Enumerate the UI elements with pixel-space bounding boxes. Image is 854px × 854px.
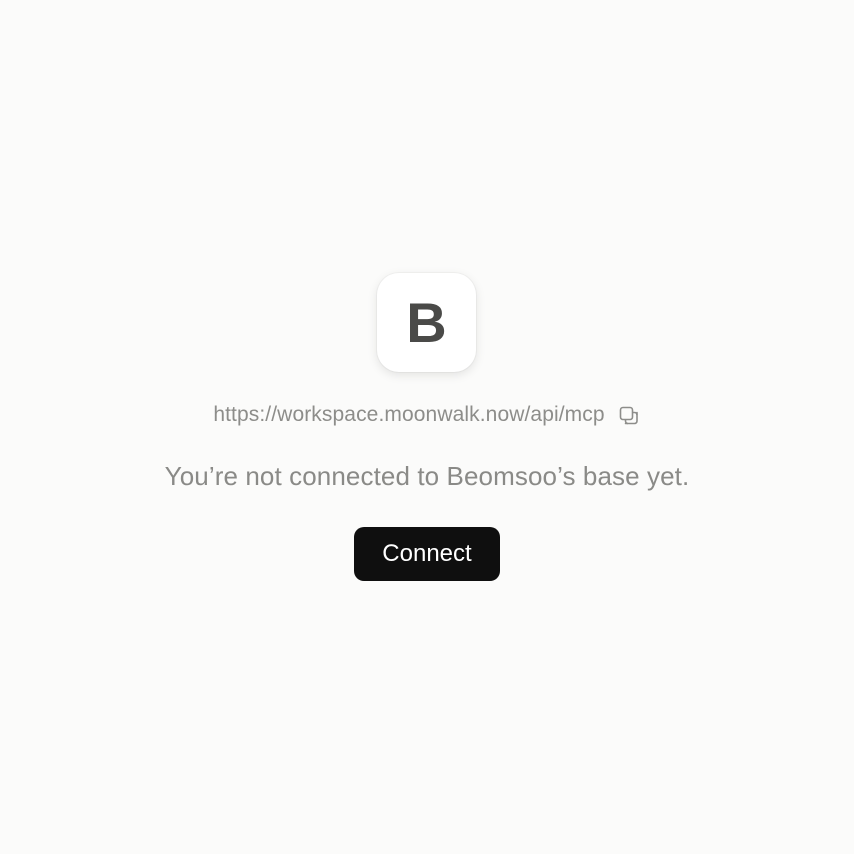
server-url-row: https://workspace.moonwalk.now/api/mcp (0, 401, 854, 429)
copy-icon (619, 406, 638, 425)
workspace-avatar: B (377, 273, 476, 372)
connect-page: B https://workspace.moonwalk.now/api/mcp… (0, 0, 854, 854)
connection-status-message: You’re not connected to Beomsoo’s base y… (164, 461, 690, 491)
connect-button[interactable]: Connect (354, 527, 500, 581)
avatar-letter: B (406, 291, 447, 354)
server-url: https://workspace.moonwalk.now/api/mcp (213, 403, 605, 426)
copy-url-button[interactable] (617, 404, 641, 428)
